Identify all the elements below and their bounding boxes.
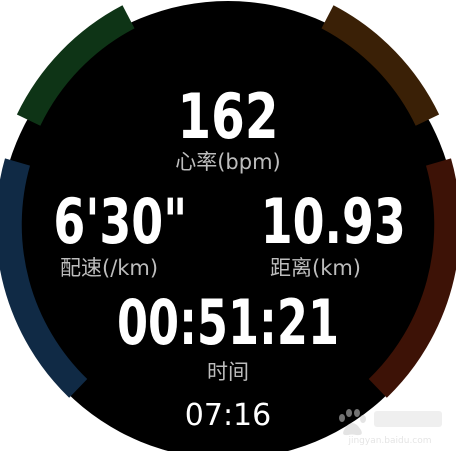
duration-value: 00:51:21: [116, 286, 340, 359]
watermark-text: jingyan.baidu.com: [347, 436, 431, 446]
watch-screen: 162 心率(bpm) 6'30" 配速(/km) 10.93 距离(km) 0…: [0, 0, 456, 451]
duration-label: 时间: [207, 360, 249, 384]
distance-label: 距离(km): [270, 256, 362, 280]
pace-value: 6'30": [53, 185, 188, 258]
baidu-paw-logo-icon: jingyan.baidu.com: [339, 409, 442, 446]
distance-value: 10.93: [260, 185, 406, 258]
heart-rate-label: 心率(bpm): [175, 150, 281, 174]
pace-label: 配速(/km): [60, 256, 159, 280]
heart-rate-value: 162: [177, 80, 279, 153]
